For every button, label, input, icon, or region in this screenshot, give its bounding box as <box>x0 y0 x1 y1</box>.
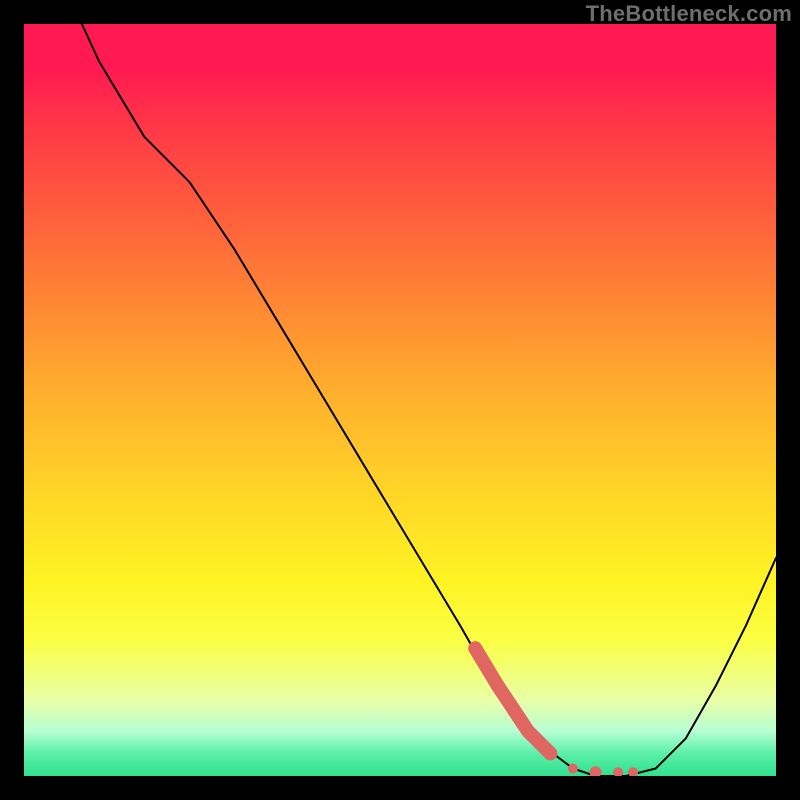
plot-area <box>24 24 776 776</box>
highlight-dot <box>628 767 638 776</box>
highlight-dot <box>590 766 602 776</box>
highlight-dot <box>613 767 623 776</box>
watermark-text: TheBottleneck.com <box>586 1 792 27</box>
highlight-dot <box>568 764 578 774</box>
chart-svg <box>24 24 776 776</box>
chart-frame: TheBottleneck.com <box>0 0 800 800</box>
main-curve <box>24 24 776 776</box>
highlight-line <box>475 648 550 753</box>
